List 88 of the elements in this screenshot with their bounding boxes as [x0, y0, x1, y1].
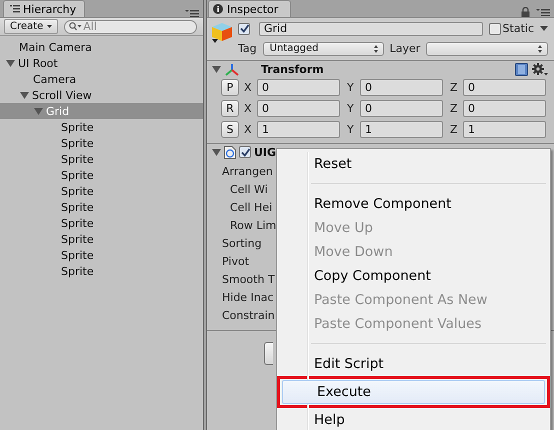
hierarchy-item[interactable]: Sprite: [61, 232, 94, 246]
number-field[interactable]: 1: [257, 121, 340, 138]
axis-label: Y: [347, 123, 355, 136]
dropdown-arrow-icon[interactable]: [540, 26, 548, 31]
menu-item[interactable]: Reset: [279, 152, 548, 176]
stepper-icon: [537, 44, 543, 52]
expand-arrow-icon[interactable]: [212, 64, 221, 74]
number-field[interactable]: 0: [360, 79, 443, 96]
hierarchy-item[interactable]: UI Root: [18, 56, 58, 70]
axis-label: X: [244, 123, 252, 136]
hierarchy-item[interactable]: Main Camera: [19, 40, 92, 54]
property-label: Arrangen: [222, 164, 273, 178]
axis-label: Z: [450, 81, 458, 94]
hierarchy-tab[interactable]: Hierarchy: [3, 0, 86, 17]
gear-icon[interactable]: [532, 62, 548, 76]
hierarchy-item[interactable]: Sprite: [61, 216, 94, 230]
hierarchy-item[interactable]: Sprite: [61, 136, 94, 150]
panel-menu-icon[interactable]: [536, 8, 550, 16]
hierarchy-item[interactable]: Sprite: [61, 120, 94, 134]
hierarchy-item[interactable]: Sprite: [61, 168, 94, 182]
component-title: UIG: [254, 146, 276, 158]
search-input[interactable]: All: [83, 20, 184, 33]
reset-button[interactable]: P: [221, 79, 239, 96]
reset-button[interactable]: S: [221, 121, 239, 138]
menu-item[interactable]: Execute: [282, 380, 545, 404]
property-label: Pivot: [222, 254, 250, 268]
hierarchy-item[interactable]: Sprite: [61, 200, 94, 214]
hierarchy-item[interactable]: Sprite: [61, 152, 94, 166]
inspector-tab[interactable]: Inspector: [208, 0, 292, 17]
number-field[interactable]: 0: [257, 100, 340, 117]
menu-item[interactable]: Remove Component: [279, 192, 548, 216]
help-book-icon[interactable]: [515, 62, 528, 76]
number-field[interactable]: 0: [257, 79, 340, 96]
number-field[interactable]: 0: [360, 100, 443, 117]
property-label: Smooth T: [222, 272, 275, 286]
check-icon: [240, 148, 250, 156]
axis-label: Z: [450, 123, 458, 136]
layer-dropdown[interactable]: [426, 42, 548, 56]
check-icon: [240, 24, 248, 33]
axis-label: X: [244, 81, 252, 94]
reset-button[interactable]: R: [221, 100, 239, 117]
list-icon: [10, 5, 20, 13]
number-field[interactable]: 0: [463, 79, 546, 96]
script-file-icon: [224, 146, 236, 158]
axis-label: Z: [450, 102, 458, 115]
panel-menu-icon[interactable]: [185, 9, 199, 17]
layer-label: Layer: [390, 42, 420, 55]
number-field[interactable]: 0: [463, 100, 546, 117]
name-field[interactable]: Grid: [259, 22, 483, 36]
number-field[interactable]: 1: [463, 121, 546, 138]
number-field[interactable]: 1: [360, 121, 443, 138]
caret-icon: [47, 25, 52, 28]
search-field[interactable]: All: [64, 20, 198, 34]
tag-label: Tag: [238, 42, 257, 55]
property-label: Hide Inac: [222, 290, 274, 304]
menu-item[interactable]: Edit Script: [279, 352, 548, 376]
search-icon: [69, 22, 82, 31]
active-checkbox[interactable]: [238, 22, 250, 34]
expand-arrow-icon[interactable]: [6, 58, 15, 68]
axis-label: X: [244, 102, 252, 115]
stepper-icon: [372, 44, 379, 52]
static-label: Static: [502, 22, 534, 35]
tag-dropdown[interactable]: Untagged: [262, 42, 384, 56]
axes-icon: [225, 62, 239, 76]
axis-label: Y: [347, 81, 355, 94]
hierarchy-item[interactable]: Sprite: [61, 248, 94, 262]
property-label: Cell Hei: [230, 200, 272, 214]
expand-arrow-icon[interactable]: [212, 148, 221, 156]
lock-icon[interactable]: [521, 7, 530, 17]
info-icon: [213, 4, 223, 14]
menu-item[interactable]: Help: [279, 408, 548, 430]
menu-item[interactable]: Copy Component: [279, 264, 548, 288]
property-label: Cell Wi: [230, 182, 268, 196]
property-label: Constrain: [222, 308, 275, 322]
hierarchy-item[interactable]: Scroll View: [32, 88, 92, 102]
hierarchy-item[interactable]: Sprite: [61, 184, 94, 198]
property-label: Row Lim: [230, 218, 276, 232]
expand-arrow-icon[interactable]: [34, 106, 43, 116]
component-title: Transform: [261, 62, 325, 76]
create-button[interactable]: Create: [4, 19, 58, 34]
enabled-checkbox[interactable]: [239, 146, 251, 158]
hierarchy-item[interactable]: Camera: [33, 72, 76, 86]
static-checkbox[interactable]: [488, 22, 501, 34]
hierarchy-item[interactable]: Sprite: [61, 264, 94, 278]
expand-arrow-icon[interactable]: [20, 90, 29, 100]
button[interactable]: [264, 342, 273, 365]
axis-label: Y: [347, 102, 355, 115]
property-label: Sorting: [222, 236, 262, 250]
